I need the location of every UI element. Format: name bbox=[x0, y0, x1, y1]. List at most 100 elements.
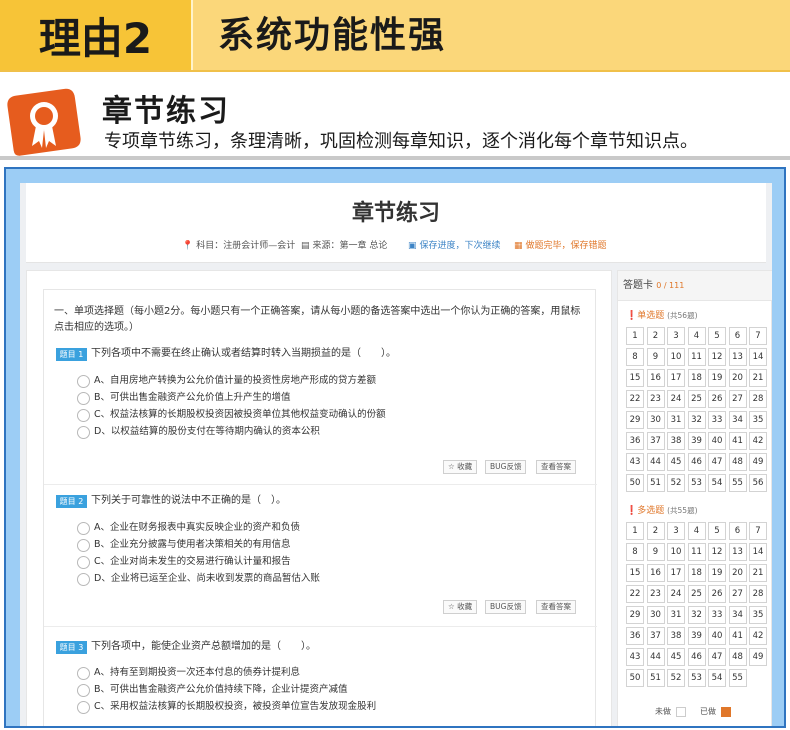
answer-card-cell[interactable]: 12 bbox=[708, 348, 726, 366]
answer-card-cell[interactable]: 5 bbox=[708, 522, 726, 540]
answer-card-cell[interactable]: 20 bbox=[728, 564, 747, 582]
answer-card-cell[interactable]: 49 bbox=[749, 648, 767, 666]
answer-card-cell[interactable]: 10 bbox=[667, 543, 685, 561]
answer-option[interactable]: B、可供出售金融资产公允价值上升产生的增值 bbox=[77, 390, 291, 406]
answer-card-cell[interactable]: 11 bbox=[687, 348, 706, 366]
answer-card-cell[interactable]: 23 bbox=[646, 585, 665, 603]
answer-card-cell[interactable]: 16 bbox=[646, 369, 665, 387]
radio-button[interactable] bbox=[77, 521, 90, 535]
radio-button[interactable] bbox=[77, 374, 90, 388]
answer-card-cell[interactable]: 39 bbox=[687, 627, 706, 645]
answer-card-cell[interactable]: 37 bbox=[646, 627, 665, 645]
answer-option[interactable]: B、企业充分披露与使用者决策相关的有用信息 bbox=[77, 537, 291, 553]
answer-card-cell[interactable]: 40 bbox=[708, 627, 726, 645]
answer-card-cell[interactable]: 38 bbox=[667, 432, 685, 450]
radio-button[interactable] bbox=[77, 572, 90, 586]
answer-card-cell[interactable]: 32 bbox=[687, 411, 706, 429]
answer-card-cell[interactable]: 13 bbox=[728, 348, 747, 366]
answer-card-cell[interactable]: 15 bbox=[626, 369, 644, 387]
answer-card-cell[interactable]: 10 bbox=[667, 348, 685, 366]
answer-card-cell[interactable]: 14 bbox=[749, 543, 767, 561]
answer-card-cell[interactable]: 48 bbox=[728, 453, 747, 471]
answer-card-cell[interactable]: 45 bbox=[667, 648, 685, 666]
radio-button[interactable] bbox=[77, 425, 90, 439]
answer-option[interactable]: D、以权益结算的股份支付在等待期内确认的资本公积 bbox=[77, 424, 320, 440]
answer-card-cell[interactable]: 41 bbox=[728, 432, 747, 450]
answer-card-cell[interactable]: 44 bbox=[646, 648, 665, 666]
answer-card-cell[interactable]: 31 bbox=[667, 411, 685, 429]
answer-option[interactable]: C、权益法核算的长期股权投资因被投资单位其他权益变动确认的份额 bbox=[77, 407, 386, 423]
answer-card-cell[interactable]: 35 bbox=[749, 606, 767, 624]
answer-card-cell[interactable]: 17 bbox=[667, 369, 685, 387]
answer-card-cell[interactable]: 37 bbox=[646, 432, 665, 450]
answer-card-cell[interactable]: 52 bbox=[667, 669, 685, 687]
answer-card-cell[interactable]: 54 bbox=[708, 669, 726, 687]
answer-card-cell[interactable]: 38 bbox=[667, 627, 685, 645]
favorite-button[interactable]: ☆ 收藏 bbox=[443, 460, 478, 474]
answer-card-cell[interactable]: 43 bbox=[626, 648, 644, 666]
answer-card-cell[interactable]: 12 bbox=[708, 543, 726, 561]
answer-card-cell[interactable]: 9 bbox=[646, 543, 665, 561]
answer-card-cell[interactable]: 21 bbox=[749, 369, 767, 387]
answer-card-cell[interactable]: 23 bbox=[646, 390, 665, 408]
answer-card-cell[interactable]: 11 bbox=[687, 543, 706, 561]
answer-card-cell[interactable]: 55 bbox=[728, 669, 747, 687]
answer-card-cell[interactable]: 18 bbox=[687, 369, 706, 387]
answer-card-cell[interactable]: 28 bbox=[749, 390, 767, 408]
answer-option[interactable]: C、采用权益法核算的长期股权投资，被投资单位宣告发放现金股利 bbox=[77, 699, 376, 715]
answer-option[interactable]: A、自用房地产转换为公允价值计量的投资性房地产形成的贷方差额 bbox=[77, 373, 376, 389]
answer-card-cell[interactable]: 51 bbox=[646, 669, 665, 687]
answer-option[interactable]: A、持有至到期投资一次还本付息的债券计提利息 bbox=[77, 665, 300, 681]
answer-option[interactable]: A、企业在财务报表中真实反映企业的资产和负债 bbox=[77, 520, 300, 536]
answer-card-cell[interactable]: 24 bbox=[667, 585, 685, 603]
answer-card-cell[interactable]: 51 bbox=[646, 474, 665, 492]
answer-card-cell[interactable]: 43 bbox=[626, 453, 644, 471]
answer-card-cell[interactable]: 20 bbox=[728, 369, 747, 387]
answer-card-cell[interactable]: 4 bbox=[687, 522, 706, 540]
answer-card-cell[interactable]: 19 bbox=[708, 369, 726, 387]
answer-card-cell[interactable]: 39 bbox=[687, 432, 706, 450]
answer-option[interactable]: D、企业将已运至企业、尚未收到发票的商品暂估入账 bbox=[77, 571, 320, 587]
answer-card-cell[interactable]: 50 bbox=[626, 474, 644, 492]
answer-card-cell[interactable]: 48 bbox=[728, 648, 747, 666]
answer-card-cell[interactable]: 45 bbox=[667, 453, 685, 471]
answer-card-cell[interactable]: 42 bbox=[749, 627, 767, 645]
answer-card-cell[interactable]: 27 bbox=[728, 390, 747, 408]
answer-card-cell[interactable]: 56 bbox=[749, 474, 767, 492]
answer-card-cell[interactable]: 53 bbox=[687, 669, 706, 687]
answer-card-cell[interactable]: 24 bbox=[667, 390, 685, 408]
radio-button[interactable] bbox=[77, 666, 90, 680]
answer-card-cell[interactable]: 21 bbox=[749, 564, 767, 582]
answer-card-cell[interactable]: 44 bbox=[646, 453, 665, 471]
answer-card-cell[interactable]: 16 bbox=[646, 564, 665, 582]
answer-card-cell[interactable]: 36 bbox=[626, 432, 644, 450]
radio-button[interactable] bbox=[77, 683, 90, 697]
answer-card-cell[interactable]: 34 bbox=[728, 411, 747, 429]
answer-card-cell[interactable]: 8 bbox=[626, 348, 644, 366]
answer-card-cell[interactable]: 33 bbox=[708, 606, 726, 624]
answer-card-cell[interactable]: 18 bbox=[687, 564, 706, 582]
answer-card-cell[interactable]: 31 bbox=[667, 606, 685, 624]
answer-card-cell[interactable]: 40 bbox=[708, 432, 726, 450]
answer-card-cell[interactable]: 25 bbox=[687, 390, 706, 408]
answer-card-cell[interactable]: 46 bbox=[687, 453, 706, 471]
answer-card-cell[interactable]: 32 bbox=[687, 606, 706, 624]
answer-card-cell[interactable]: 47 bbox=[708, 648, 726, 666]
finish-save-link[interactable]: ▦ 做题完毕，保存错题 bbox=[514, 238, 607, 251]
answer-card-cell[interactable]: 26 bbox=[708, 390, 726, 408]
answer-card-cell[interactable]: 1 bbox=[626, 522, 644, 540]
answer-card-cell[interactable]: 29 bbox=[626, 606, 644, 624]
radio-button[interactable] bbox=[77, 538, 90, 552]
view-answer-button[interactable]: 查看答案 bbox=[536, 460, 576, 474]
radio-button[interactable] bbox=[77, 391, 90, 405]
answer-card-cell[interactable]: 34 bbox=[728, 606, 747, 624]
answer-card-cell[interactable]: 36 bbox=[626, 627, 644, 645]
answer-card-cell[interactable]: 28 bbox=[749, 585, 767, 603]
answer-card-cell[interactable]: 30 bbox=[646, 411, 665, 429]
answer-card-cell[interactable]: 54 bbox=[708, 474, 726, 492]
answer-card-cell[interactable]: 7 bbox=[749, 522, 767, 540]
answer-option[interactable]: B、可供出售金融资产公允价值持续下降，企业计提资产减值 bbox=[77, 682, 348, 698]
answer-card-cell[interactable]: 2 bbox=[646, 327, 665, 345]
answer-card-cell[interactable]: 49 bbox=[749, 453, 767, 471]
answer-card-cell[interactable]: 9 bbox=[646, 348, 665, 366]
